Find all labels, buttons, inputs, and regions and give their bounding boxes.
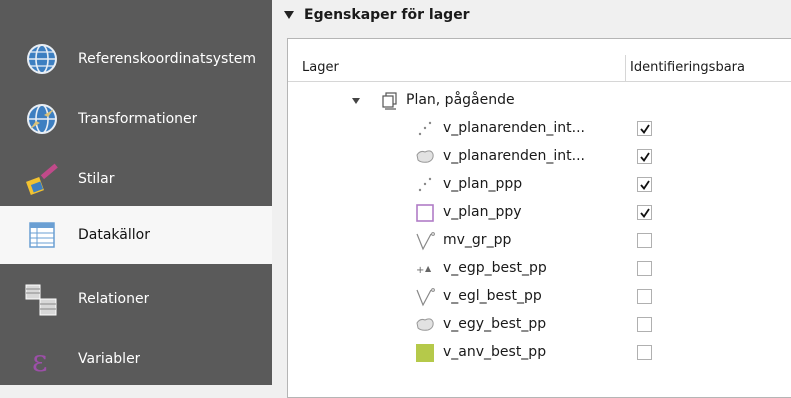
identifiable-checkbox[interactable] bbox=[637, 317, 652, 332]
table-icon bbox=[29, 222, 55, 248]
line-layer-icon bbox=[416, 232, 435, 251]
identifiable-checkbox[interactable] bbox=[637, 261, 652, 276]
identifiable-checkbox[interactable] bbox=[637, 121, 652, 136]
layer-label: v_planarenden_int... bbox=[443, 120, 586, 136]
checkmark-icon bbox=[640, 152, 650, 162]
layer-row[interactable]: v_egy_best_pp bbox=[288, 311, 791, 339]
layer-row[interactable]: v_planarenden_int... bbox=[288, 115, 791, 143]
identifiable-checkbox[interactable] bbox=[637, 205, 652, 220]
collapse-triangle-icon[interactable] bbox=[284, 11, 294, 19]
point-symbol-layer-icon: + ▲ bbox=[416, 264, 432, 276]
main-panel: Egenskaper för lager Lager Identifiering… bbox=[272, 0, 791, 398]
layer-row[interactable]: v_plan_ppy bbox=[288, 199, 791, 227]
point-layer-icon bbox=[418, 177, 432, 192]
sidebar-item-variabler[interactable]: ε Variabler bbox=[0, 330, 272, 388]
column-header-identifiable[interactable]: Identifieringsbara bbox=[630, 60, 745, 75]
sidebar-item-label: Variabler bbox=[78, 351, 141, 367]
sidebar-item-label: Transformationer bbox=[78, 111, 198, 127]
tree-header: Lager Identifieringsbara bbox=[288, 55, 791, 82]
sidebar-item-label: Referenskoordinatsystem bbox=[78, 51, 257, 67]
layer-label: v_egl_best_pp bbox=[443, 288, 542, 304]
sidebar-item-label: Datakällor bbox=[78, 227, 150, 243]
identifiable-checkbox[interactable] bbox=[637, 345, 652, 360]
polygon-fill-green-icon bbox=[416, 344, 434, 362]
sidebar-item-referenskoordinatsystem[interactable]: Referenskoordinatsystem bbox=[0, 30, 272, 88]
layer-group-row[interactable]: Plan, pågående bbox=[288, 87, 791, 115]
group-header-layer-properties[interactable]: Egenskaper för lager bbox=[284, 4, 470, 26]
svg-text:+: + bbox=[416, 265, 424, 276]
polygon-layer-icon bbox=[416, 318, 434, 331]
sidebar-item-transformationer[interactable]: Transformationer bbox=[0, 90, 272, 148]
layer-label: v_egy_best_pp bbox=[443, 316, 547, 332]
paintbrush-icon bbox=[26, 163, 58, 195]
layer-group-icon bbox=[382, 92, 397, 110]
settings-sidebar: Referenskoordinatsystem Transformationer… bbox=[0, 0, 272, 385]
svg-text:ε: ε bbox=[32, 344, 48, 379]
svg-text:▲: ▲ bbox=[425, 264, 432, 273]
column-divider[interactable] bbox=[625, 55, 626, 81]
point-layer-icon bbox=[418, 121, 432, 136]
relations-icon bbox=[25, 284, 57, 316]
sidebar-item-label: Relationer bbox=[78, 291, 150, 307]
identifiable-checkbox[interactable] bbox=[637, 177, 652, 192]
sidebar-item-label: Stilar bbox=[78, 171, 115, 187]
layer-label: v_planarenden_int... bbox=[443, 148, 586, 164]
expand-arrow-icon[interactable] bbox=[352, 98, 360, 104]
layer-row[interactable]: mv_gr_pp bbox=[288, 227, 791, 255]
identifiable-checkbox[interactable] bbox=[637, 233, 652, 248]
globe-icon bbox=[27, 44, 57, 74]
layer-label: mv_gr_pp bbox=[443, 232, 512, 248]
layer-row[interactable]: v_egl_best_pp bbox=[288, 283, 791, 311]
layer-label: v_plan_ppy bbox=[443, 204, 522, 220]
group-label: Plan, pågående bbox=[406, 92, 515, 108]
layer-label: v_plan_ppp bbox=[443, 176, 523, 192]
layer-tree[interactable]: Lager Identifieringsbara Plan, pågående … bbox=[287, 38, 791, 398]
layer-label: v_anv_best_pp bbox=[443, 344, 547, 360]
epsilon-icon: ε bbox=[32, 344, 48, 379]
layer-label: v_egp_best_pp bbox=[443, 260, 547, 276]
layer-row[interactable]: v_anv_best_pp bbox=[288, 339, 791, 367]
identifiable-checkbox[interactable] bbox=[637, 289, 652, 304]
line-layer-icon bbox=[416, 288, 435, 307]
globe-transform-icon bbox=[27, 104, 57, 134]
sidebar-item-relationer[interactable]: Relationer bbox=[0, 270, 272, 328]
sidebar-top-partial bbox=[0, 0, 272, 14]
checkmark-icon bbox=[640, 208, 650, 218]
checkmark-icon bbox=[640, 180, 650, 190]
column-header-layer[interactable]: Lager bbox=[302, 60, 339, 75]
layer-row[interactable]: + ▲ v_egp_best_pp bbox=[288, 255, 791, 283]
group-title: Egenskaper för lager bbox=[304, 7, 470, 23]
polygon-layer-icon bbox=[416, 150, 434, 163]
sidebar-item-stilar[interactable]: Stilar bbox=[0, 150, 272, 208]
polygon-outline-purple-icon bbox=[416, 204, 434, 222]
layer-row[interactable]: v_planarenden_int... bbox=[288, 143, 791, 171]
sidebar-item-datakallor[interactable]: Datakällor bbox=[0, 206, 272, 264]
layer-row[interactable]: v_plan_ppp bbox=[288, 171, 791, 199]
checkmark-icon bbox=[640, 124, 650, 134]
identifiable-checkbox[interactable] bbox=[637, 149, 652, 164]
